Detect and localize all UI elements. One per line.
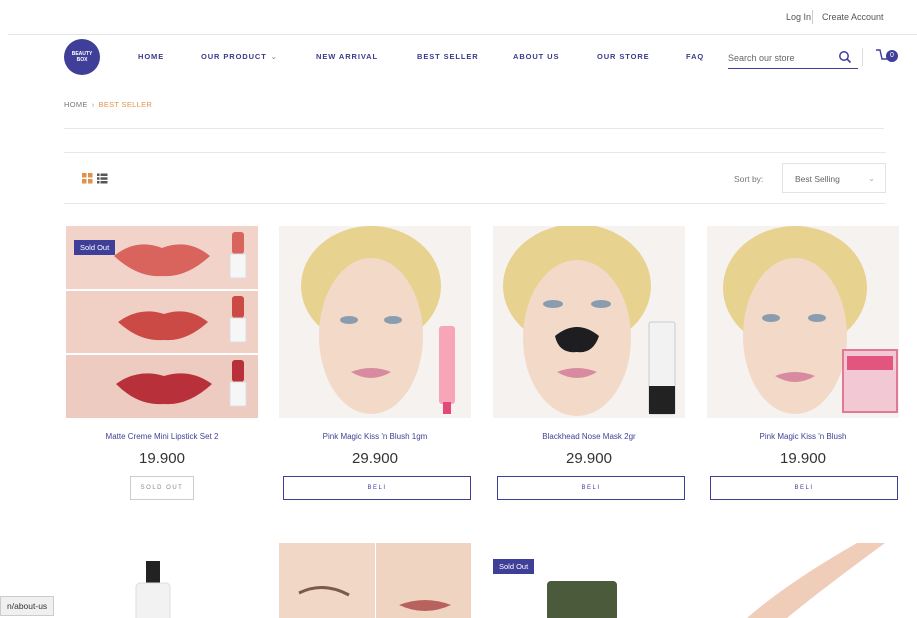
nav-new-arrival[interactable]: NEW ARRIVAL xyxy=(316,52,378,61)
top-bar: Log In Create Account xyxy=(0,0,917,34)
product-card: Pink Magic Kiss 'n Blush 19.900 BELI xyxy=(707,226,899,500)
eye-lip-image xyxy=(279,543,471,618)
product-price: 29.900 xyxy=(352,450,398,467)
model-face-image xyxy=(503,226,676,416)
nav-faq[interactable]: FAQ xyxy=(686,52,704,61)
product-card: Sold Out Matte Creme Mini Lipstick Set 2… xyxy=(66,226,258,500)
nav-our-product-label: OUR PRODUCT xyxy=(201,52,267,61)
sort-select-value: Best Selling xyxy=(795,174,840,184)
search-box xyxy=(728,47,858,69)
product-image-eye-lip[interactable] xyxy=(279,543,471,618)
product-image-green-compact[interactable]: Sold Out xyxy=(493,543,685,618)
nav-about-us[interactable]: ABOUT US xyxy=(513,52,559,61)
model-face-image xyxy=(301,226,455,414)
product-image-blackhead-mask[interactable] xyxy=(493,226,685,418)
login-link[interactable]: Log In xyxy=(786,12,811,22)
logo-text-line2: BOX xyxy=(76,57,88,63)
product-card: Pink Magic Kiss 'n Blush 1gm 29.900 BELI xyxy=(279,226,471,500)
product-name[interactable]: Pink Magic Kiss 'n Blush xyxy=(707,432,899,441)
product-price: 19.900 xyxy=(780,450,826,467)
breadcrumb: HOME › BEST SELLER xyxy=(64,100,152,109)
chevron-down-icon: ⌄ xyxy=(868,174,875,183)
header-divider xyxy=(8,34,917,35)
grid-view-icon[interactable] xyxy=(82,173,93,184)
nav-our-product[interactable]: OUR PRODUCT ⌄ xyxy=(201,52,278,61)
brand-logo[interactable]: BEAUTY BOX xyxy=(64,39,100,75)
nav-home[interactable]: HOME xyxy=(138,52,164,61)
breadcrumb-home[interactable]: HOME xyxy=(64,100,88,109)
product-price: 29.900 xyxy=(566,450,612,467)
compact-image xyxy=(493,543,685,618)
legs-image xyxy=(707,543,899,618)
sort-by-label: Sort by: xyxy=(734,174,764,184)
search-icon[interactable] xyxy=(838,50,852,64)
bottle-image xyxy=(66,543,258,618)
create-account-link[interactable]: Create Account xyxy=(822,12,884,22)
status-bar-url: n/about-us xyxy=(0,596,55,616)
cart-count-badge: 0 xyxy=(886,50,898,62)
product-price: 19.900 xyxy=(139,450,185,467)
buy-button[interactable]: BELI xyxy=(283,476,471,500)
product-card: Blackhead Nose Mask 2gr 29.900 BELI xyxy=(493,226,685,500)
buy-button[interactable]: BELI xyxy=(710,476,898,500)
collection-toolbar: Sort by: Best Selling ⌄ xyxy=(64,152,886,204)
nav-our-store[interactable]: OUR STORE xyxy=(597,52,650,61)
product-image-kiss-blush[interactable] xyxy=(707,226,899,418)
product-name[interactable]: Pink Magic Kiss 'n Blush 1gm xyxy=(279,432,471,441)
list-view-icon[interactable] xyxy=(97,173,108,184)
nav-best-seller[interactable]: BEST SELLER xyxy=(417,52,479,61)
sort-select[interactable]: Best Selling ⌄ xyxy=(782,163,886,193)
sold-out-badge: Sold Out xyxy=(74,240,116,255)
product-image-lipstick-set[interactable]: Sold Out xyxy=(66,226,258,418)
breadcrumb-current: BEST SELLER xyxy=(98,100,153,109)
sold-out-button[interactable]: SOLD OUT xyxy=(130,476,194,500)
breadcrumb-divider xyxy=(64,128,884,129)
breadcrumb-separator: › xyxy=(91,100,95,109)
sold-out-badge: Sold Out xyxy=(493,559,535,574)
nav-divider xyxy=(862,48,863,66)
topbar-divider xyxy=(812,10,813,24)
product-name[interactable]: Blackhead Nose Mask 2gr xyxy=(493,432,685,441)
product-image-bottle[interactable] xyxy=(66,543,258,618)
product-name[interactable]: Matte Creme Mini Lipstick Set 2 xyxy=(66,432,258,441)
product-image-legs[interactable] xyxy=(707,543,899,618)
buy-button[interactable]: BELI xyxy=(497,476,685,500)
product-image-kiss-blush-1gm[interactable] xyxy=(279,226,471,418)
model-face-image xyxy=(723,226,898,414)
search-input[interactable] xyxy=(728,49,828,67)
chevron-down-icon: ⌄ xyxy=(270,54,278,61)
